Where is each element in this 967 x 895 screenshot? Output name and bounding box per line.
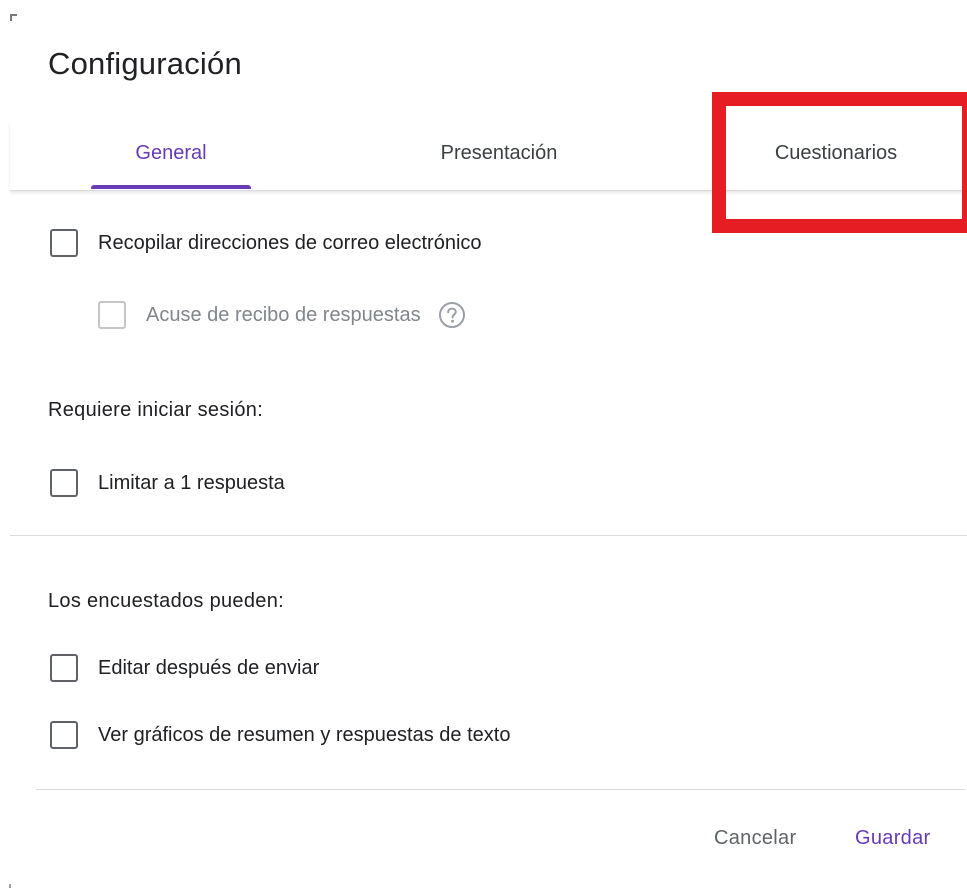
corner-mark: [10, 14, 17, 21]
response-receipts-checkbox: [98, 301, 126, 329]
active-tab-indicator: [91, 185, 251, 189]
response-receipts-option: Acuse de recibo de respuestas: [98, 300, 467, 330]
limit-one-response-option[interactable]: Limitar a 1 respuesta: [50, 469, 285, 497]
settings-dialog: Configuración General Presentación Cuest…: [0, 0, 967, 895]
requires-signin-heading: Requiere iniciar sesión:: [48, 399, 264, 421]
collect-emails-option[interactable]: Recopilar direcciones de correo electrón…: [50, 229, 482, 257]
edit-after-submit-checkbox[interactable]: [50, 654, 78, 682]
edit-after-submit-label: Editar después de enviar: [98, 656, 320, 679]
tab-presentation[interactable]: Presentación: [405, 120, 593, 190]
limit-one-response-label: Limitar a 1 respuesta: [98, 471, 285, 494]
see-summary-label: Ver gráficos de resumen y respuestas de …: [98, 723, 511, 746]
help-circle-icon[interactable]: [437, 300, 467, 330]
tab-bar: General Presentación Cuestionarios: [10, 120, 967, 191]
save-button[interactable]: Guardar: [855, 827, 930, 850]
tab-quizzes[interactable]: Cuestionarios: [730, 120, 942, 190]
see-summary-checkbox[interactable]: [50, 721, 78, 749]
bottom-tick-mark: [9, 884, 11, 888]
collect-emails-label: Recopilar direcciones de correo electrón…: [98, 231, 482, 254]
dialog-title: Configuración: [48, 46, 242, 81]
limit-one-response-checkbox[interactable]: [50, 469, 78, 497]
response-receipts-label: Acuse de recibo de respuestas: [146, 303, 421, 326]
edit-after-submit-option[interactable]: Editar después de enviar: [50, 654, 319, 682]
cancel-button[interactable]: Cancelar: [714, 827, 796, 850]
footer-divider: [36, 789, 965, 790]
see-summary-option[interactable]: Ver gráficos de resumen y respuestas de …: [50, 721, 510, 749]
tab-general[interactable]: General: [90, 120, 252, 190]
collect-emails-checkbox[interactable]: [50, 229, 78, 257]
section-divider: [10, 535, 967, 536]
respondents-can-heading: Los encuestados pueden:: [48, 590, 284, 612]
